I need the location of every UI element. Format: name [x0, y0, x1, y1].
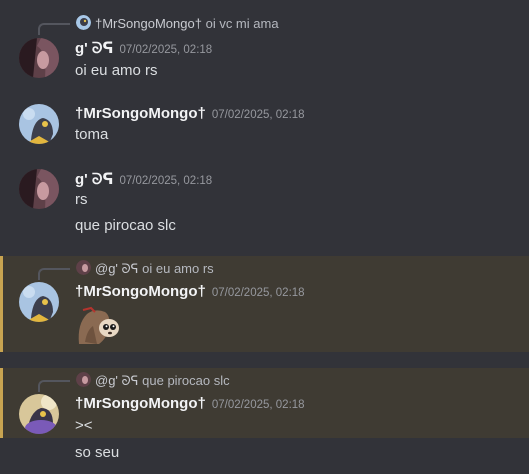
message-text: que pirocao slc	[75, 217, 176, 234]
timestamp: 07/02/2025, 02:18	[119, 44, 213, 56]
message-1[interactable]: †MrSongoMongo† oi vc mi ama g' ᘐᕋ 07/02/2…	[0, 10, 529, 90]
author-name[interactable]: †MrSongoMongo†	[75, 105, 206, 122]
reply-author[interactable]: @g' ᘐᕋ	[95, 261, 139, 276]
reply-text: †MrSongoMongo† oi vc mi ama	[95, 16, 279, 31]
avatar[interactable]	[19, 38, 59, 78]
reply-preview[interactable]: @g' ᘐᕋ que pirocao slc	[3, 371, 529, 392]
avatar[interactable]	[19, 282, 59, 322]
reply-avatar	[76, 260, 91, 275]
reply-text: @g' ᘐᕋ oi eu amo rs	[95, 261, 214, 277]
message-5[interactable]: @g' ᘐᕋ que pirocao slc †MrSongoMongo† 07/…	[0, 368, 529, 438]
reply-avatar	[76, 15, 91, 30]
chat-message-list: †MrSongoMongo† oi vc mi ama g' ᘐᕋ 07/02/2…	[0, 0, 529, 474]
avatar[interactable]	[19, 104, 59, 144]
reply-avatar	[76, 372, 91, 387]
message-text: rs	[75, 191, 88, 208]
message-text: toma	[75, 126, 109, 143]
reply-preview[interactable]: †MrSongoMongo† oi vc mi ama	[0, 14, 529, 35]
message-author[interactable]: †MrSongoMongo† 07/02/2025, 02:18	[75, 105, 305, 122]
message-author[interactable]: †MrSongoMongo† 07/02/2025, 02:18	[75, 395, 305, 412]
reply-preview[interactable]: @g' ᘐᕋ oi eu amo rs	[3, 259, 529, 280]
reply-connector	[38, 268, 70, 280]
message-text: so seu	[75, 444, 120, 461]
reply-text: @g' ᘐᕋ que pirocao slc	[95, 373, 230, 389]
timestamp: 07/02/2025, 02:18	[119, 175, 213, 187]
reply-connector	[38, 380, 70, 392]
reply-author[interactable]: †MrSongoMongo†	[95, 16, 202, 31]
timestamp: 07/02/2025, 02:18	[211, 287, 305, 299]
author-name[interactable]: †MrSongoMongo†	[75, 283, 206, 300]
avatar[interactable]	[19, 169, 59, 209]
timestamp: 07/02/2025, 02:18	[211, 109, 305, 121]
message-3[interactable]: g' ᘐᕋ 07/02/2025, 02:18 rs que pirocao sl…	[0, 165, 529, 245]
reply-content: oi vc mi ama	[205, 16, 279, 31]
message-author[interactable]: g' ᘐᕋ 07/02/2025, 02:18	[75, 39, 212, 57]
reply-author[interactable]: @g' ᘐᕋ	[95, 373, 139, 388]
sloth-sticker[interactable]	[75, 304, 125, 346]
author-name[interactable]: g' ᘐᕋ	[75, 40, 113, 57]
message-2[interactable]: †MrSongoMongo† 07/02/2025, 02:18 toma	[0, 100, 529, 150]
reply-content: oi eu amo rs	[142, 261, 214, 276]
timestamp: 07/02/2025, 02:18	[211, 399, 305, 411]
message-4[interactable]: @g' ᘐᕋ oi eu amo rs †MrSongoMongo† 07/02/…	[0, 256, 529, 352]
message-text: ><	[75, 417, 93, 434]
reply-content: que pirocao slc	[142, 373, 230, 388]
author-name[interactable]: †MrSongoMongo†	[75, 395, 206, 412]
reply-connector	[38, 23, 70, 35]
message-author[interactable]: †MrSongoMongo† 07/02/2025, 02:18	[75, 283, 305, 300]
message-text: oi eu amo rs	[75, 62, 158, 79]
author-name[interactable]: g' ᘐᕋ	[75, 171, 113, 188]
avatar[interactable]	[19, 394, 59, 434]
message-author[interactable]: g' ᘐᕋ 07/02/2025, 02:18	[75, 170, 212, 188]
